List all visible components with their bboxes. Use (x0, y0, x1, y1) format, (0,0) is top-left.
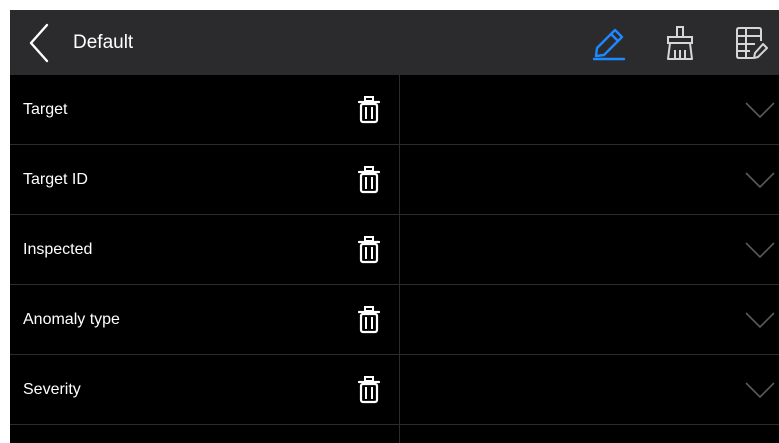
form-edit-icon (736, 27, 768, 59)
pencil-edit-icon (592, 28, 626, 61)
chevron-down-icon (745, 312, 775, 328)
field-row-inspected: Inspected (10, 215, 779, 285)
chevron-down-icon (745, 172, 775, 188)
clean-button[interactable] (661, 24, 699, 62)
edit-button[interactable] (590, 24, 628, 62)
field-value-dropdown[interactable] (400, 355, 779, 424)
field-value-dropdown[interactable] (400, 215, 779, 284)
field-label: Target ID (23, 171, 88, 188)
top-bar: Default (10, 10, 779, 75)
field-label: Target (23, 101, 68, 118)
field-value-dropdown[interactable] (400, 285, 779, 354)
trash-icon (358, 376, 380, 404)
back-button[interactable] (24, 22, 54, 64)
delete-field-button[interactable] (357, 236, 381, 264)
field-list: Target Target ID Inspected Anomaly type … (10, 75, 779, 443)
field-value-dropdown[interactable] (400, 75, 779, 144)
screen: Default Target Target ID Inspected Anoma… (10, 10, 779, 443)
field-value-dropdown[interactable] (400, 145, 779, 214)
delete-field-button[interactable] (357, 376, 381, 404)
delete-field-button[interactable] (357, 306, 381, 334)
field-label: Anomaly type (23, 311, 120, 328)
broom-clean-icon (667, 26, 693, 60)
page-title: Default (73, 32, 134, 53)
chevron-down-icon (745, 102, 775, 118)
trash-icon (358, 236, 380, 264)
trash-icon (358, 306, 380, 334)
form-edit-button[interactable] (732, 24, 770, 62)
delete-field-button[interactable] (357, 96, 381, 124)
delete-field-button[interactable] (357, 166, 381, 194)
field-row-anomaly-type: Anomaly type (10, 285, 779, 355)
field-row-target-id: Target ID (10, 145, 779, 215)
field-label: Severity (23, 381, 81, 398)
chevron-down-icon (745, 382, 775, 398)
trash-icon (358, 166, 380, 194)
field-row-target: Target (10, 75, 779, 145)
field-label: Inspected (23, 241, 93, 258)
chevron-left-icon (29, 23, 49, 63)
trash-icon (358, 96, 380, 124)
field-row-severity: Severity (10, 355, 779, 425)
chevron-down-icon (745, 242, 775, 258)
